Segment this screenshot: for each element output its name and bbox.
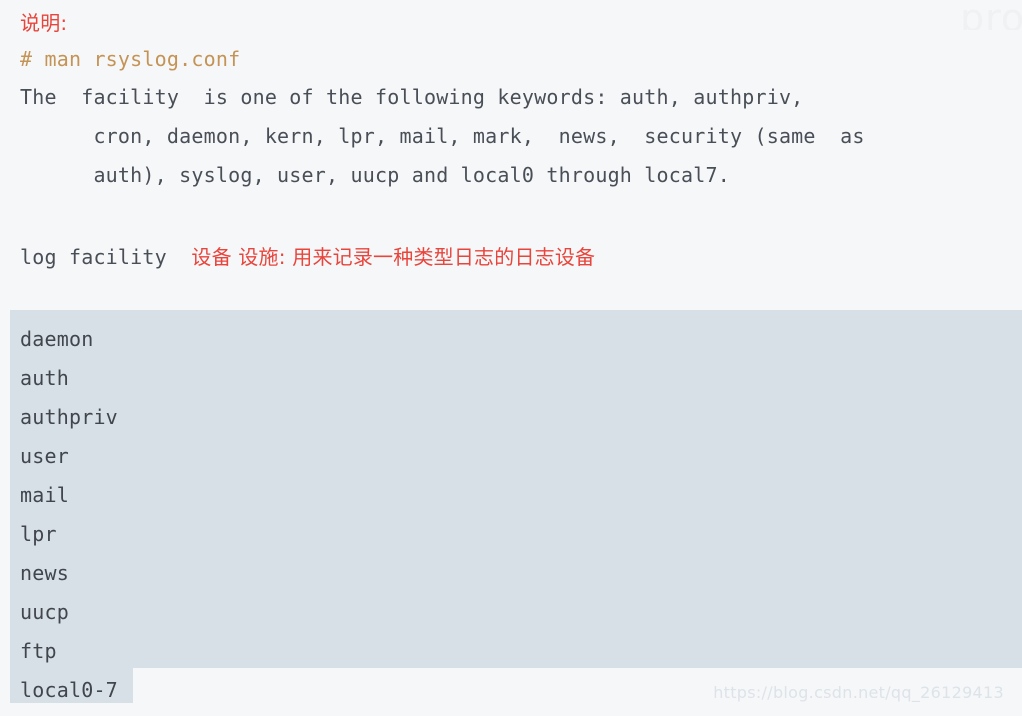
man-command: # man rsyslog.conf [20,47,241,71]
section-heading: 说明: [20,11,68,35]
prose-section: 说明: # man rsyslog.conf The facility is o… [0,0,1022,279]
man-text-line-1: The facility is one of the following key… [20,85,804,109]
list-item: mail [20,483,69,507]
list-item: daemon [20,327,94,351]
facility-note-chinese: 设备 设施: 用来记录一种类型日志的日志设备 [191,245,596,269]
facility-line: log facility 设备 设施: 用来记录一种类型日志的日志设备 [0,231,1022,279]
facility-list: daemon auth authpriv user mail lpr news … [10,310,1022,710]
man-text-line-2: cron, daemon, kern, lpr, mail, mark, new… [20,124,865,148]
watermark-blog-url: https://blog.csdn.net/qq_26129413 [713,683,1004,702]
list-item: lpr [20,522,57,546]
man-text-line-3: auth), syslog, user, uucp and local0 thr… [20,163,730,187]
page-root: 说明: # man rsyslog.conf The facility is o… [0,0,1022,716]
facility-label: log facility [20,245,167,269]
list-item: auth [20,366,69,390]
list-item: user [20,444,69,468]
list-item: uucp [20,600,69,624]
watermark-top-partial: pro [960,0,1022,30]
list-item: news [20,561,69,585]
list-item: authpriv [20,405,118,429]
list-item: ftp [20,639,57,663]
